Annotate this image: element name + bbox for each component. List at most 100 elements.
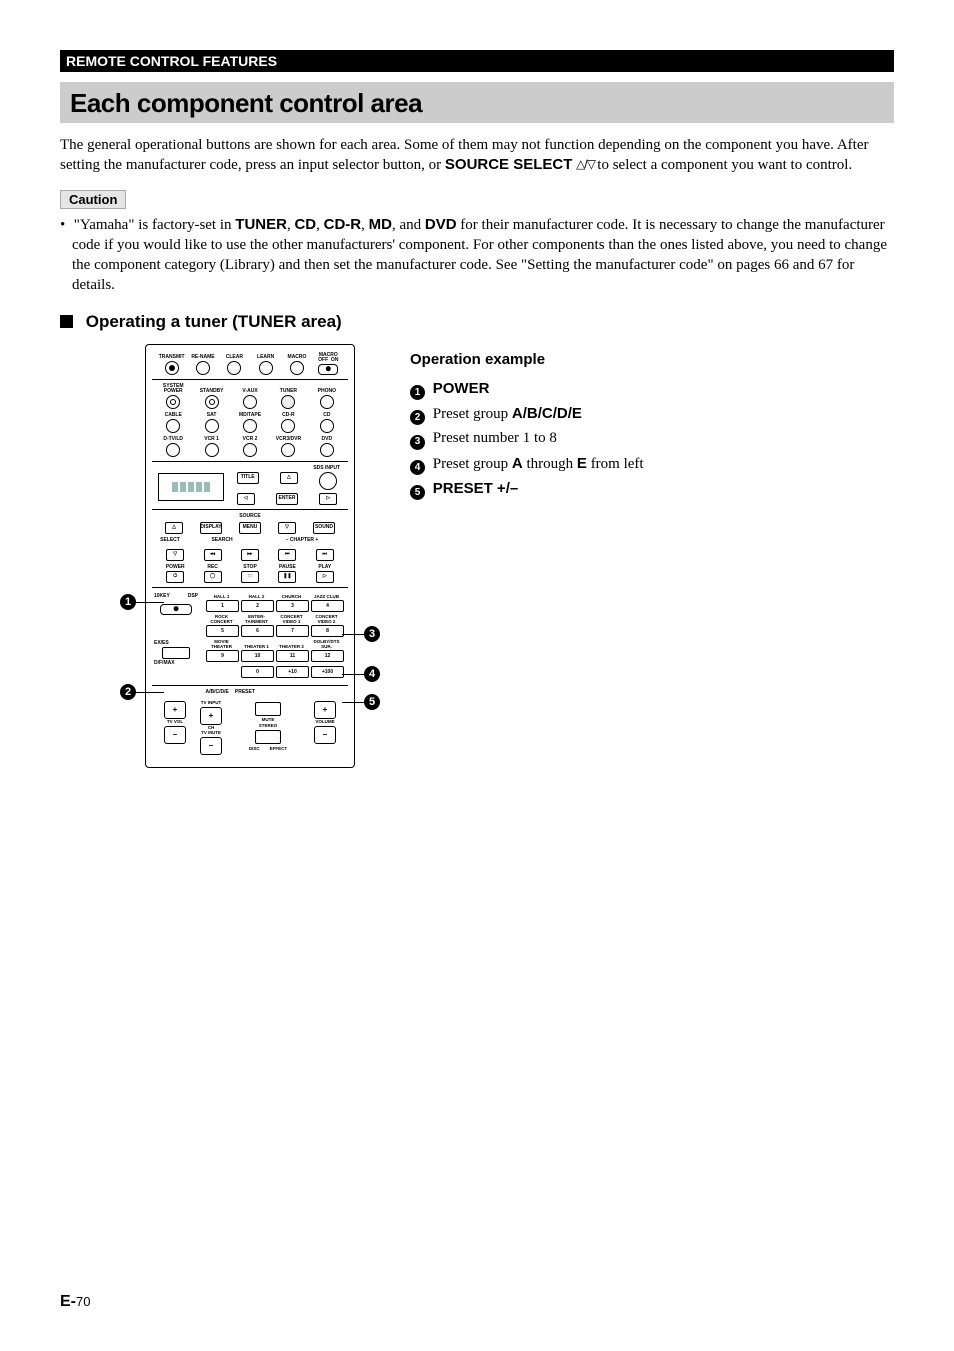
btn-7: 7 <box>276 625 309 637</box>
subhead: Operating a tuner (TUNER area) <box>60 312 894 332</box>
lbl-chapter: – CHAPTER + <box>262 538 342 543</box>
lbl-stop: STOP <box>233 565 267 570</box>
lbl-play: PLAY <box>308 565 342 570</box>
subhead-text: Operating a tuner (TUNER area) <box>86 312 342 331</box>
operation-example: Operation example 1 POWER 2 Preset group… <box>410 344 644 503</box>
caution-text-1: "Yamaha" is factory-set in <box>74 217 236 233</box>
btn-menu: MENU <box>239 522 261 534</box>
triangle-icons: △/▽ <box>576 157 597 171</box>
btn-sat <box>205 419 219 433</box>
lbl-search: SEARCH <box>182 538 262 543</box>
lbl-effect: EFFECT <box>270 747 288 752</box>
numcirc-1: 1 <box>410 385 425 400</box>
btn-learn <box>259 361 273 375</box>
callout-lead-1 <box>136 602 164 603</box>
btn-rename <box>196 361 210 375</box>
btn-vcr2 <box>243 443 257 457</box>
op5-bold: PRESET +/– <box>433 480 518 497</box>
lbl-stereo: STEREO <box>232 724 304 729</box>
lbl-vcr3: VCR3/DVR <box>269 437 307 442</box>
bullet-icon: • <box>60 215 70 235</box>
lbl-cable: CABLE <box>154 413 192 418</box>
op2-bold: A/B/C/D/E <box>512 405 582 422</box>
op4-mid: through <box>527 456 577 472</box>
lbl-tvinput: TV INPUT <box>196 701 226 706</box>
btn-clear <box>227 361 241 375</box>
op4-bold-a: A <box>512 455 523 472</box>
btn-vaux <box>243 395 257 409</box>
op-example-heading: Operation example <box>410 348 644 371</box>
btn-power: ⏻ <box>166 571 184 583</box>
btn-play: ▷ <box>316 571 334 583</box>
lbl-source: SOURCE <box>154 514 346 519</box>
lbl-rec: REC <box>195 565 229 570</box>
btn-5: 5 <box>206 625 239 637</box>
page-num-value: 70 <box>76 1294 90 1309</box>
lbl-th2: THEATER 2 <box>276 645 307 650</box>
switch-10key-dsp: ⬤ <box>160 604 192 615</box>
remote-diagram-wrap: TRANSMIT RE-NAME CLEAR LEARN MACRO MACRO… <box>120 344 380 768</box>
lbl-learn: LEARN <box>250 355 281 360</box>
op-line-5: 5 PRESET +/– <box>410 477 644 501</box>
btn-phono <box>320 395 334 409</box>
lbl-exes: EX/ES <box>154 641 198 646</box>
lbl-vaux: V-AUX <box>231 389 269 394</box>
btn-stop: □ <box>241 571 259 583</box>
lbl-cv2: CONCERT VIDEO 2 <box>311 615 342 624</box>
btn-vcr1 <box>205 443 219 457</box>
caution-bold-5: DVD <box>425 216 457 233</box>
btn-up: △ <box>280 472 298 484</box>
callout-lead-2 <box>136 692 164 693</box>
lbl-dsp: DSP <box>188 594 198 599</box>
title-bar: Each component control area <box>60 82 894 123</box>
btn-enter: ENTER <box>276 493 298 505</box>
lbl-mute: MUTE <box>232 718 304 723</box>
btn-8: 8 <box>311 625 344 637</box>
btn-nav-down: ▽ <box>278 522 296 534</box>
lbl-dts: DOLBY/DTS SUR. <box>311 640 342 649</box>
lbl-standby: STANDBY <box>192 389 230 394</box>
lbl-preset: PRESET <box>235 690 255 695</box>
lbl-phono: PHONO <box>308 389 346 394</box>
callout-marker-3: 3 <box>364 626 380 642</box>
btn-display: DISPLAY <box>200 522 222 534</box>
callout-lead-3 <box>342 634 364 635</box>
caution-label: Caution <box>60 190 126 209</box>
btn-standby <box>205 395 219 409</box>
lbl-clear: CLEAR <box>219 355 250 360</box>
lbl-rock: ROCK CONCERT <box>206 615 237 624</box>
lbl-abcde: A/B/C/D/E <box>206 690 229 695</box>
lbl-rename: RE-NAME <box>187 355 218 360</box>
btn-9: 9 <box>206 650 239 662</box>
page-title: Each component control area <box>70 88 884 119</box>
lbl-cv1: CONCERT VIDEO 1 <box>276 615 307 624</box>
btn-3: 3 <box>276 600 309 612</box>
btn-src-up: △ <box>165 522 183 534</box>
switch-macro: ⬤ <box>318 364 338 375</box>
remote-diagram: TRANSMIT RE-NAME CLEAR LEARN MACRO MACRO… <box>145 344 355 768</box>
lbl-vcr1: VCR 1 <box>192 437 230 442</box>
lbl-macro-offon: MACRO OFF ON <box>313 353 344 363</box>
lbl-sat: SAT <box>192 413 230 418</box>
btn-4: 4 <box>311 600 344 612</box>
lbl-enter: ENTER- TAINMENT <box>241 615 272 624</box>
btn-pause: ❚❚ <box>278 571 296 583</box>
lbl-select: SELECT <box>158 538 182 543</box>
numcirc-4: 4 <box>410 460 425 475</box>
btn-chap-next: ⏭ <box>316 549 334 561</box>
btn-cdr <box>281 419 295 433</box>
btn-sds-wheel <box>319 472 337 490</box>
btn-p10: +10 <box>276 666 309 678</box>
page-number: E-70 <box>60 1293 90 1311</box>
op3-text: Preset number 1 to 8 <box>433 430 557 446</box>
btn-12: 12 <box>311 650 344 662</box>
caution-c3: , <box>361 217 369 233</box>
lbl-tuner: TUNER <box>269 389 307 394</box>
callout-marker-4: 4 <box>364 666 380 682</box>
lbl-volume: VOLUME <box>310 720 340 725</box>
btn-exes <box>162 647 190 659</box>
callout-marker-2: 2 <box>120 684 136 700</box>
lbl-system-power: SYSTEM POWER <box>154 384 192 394</box>
btn-search-fwd: ▸▸ <box>241 549 259 561</box>
intro-paragraph: The general operational buttons are show… <box>60 135 894 176</box>
